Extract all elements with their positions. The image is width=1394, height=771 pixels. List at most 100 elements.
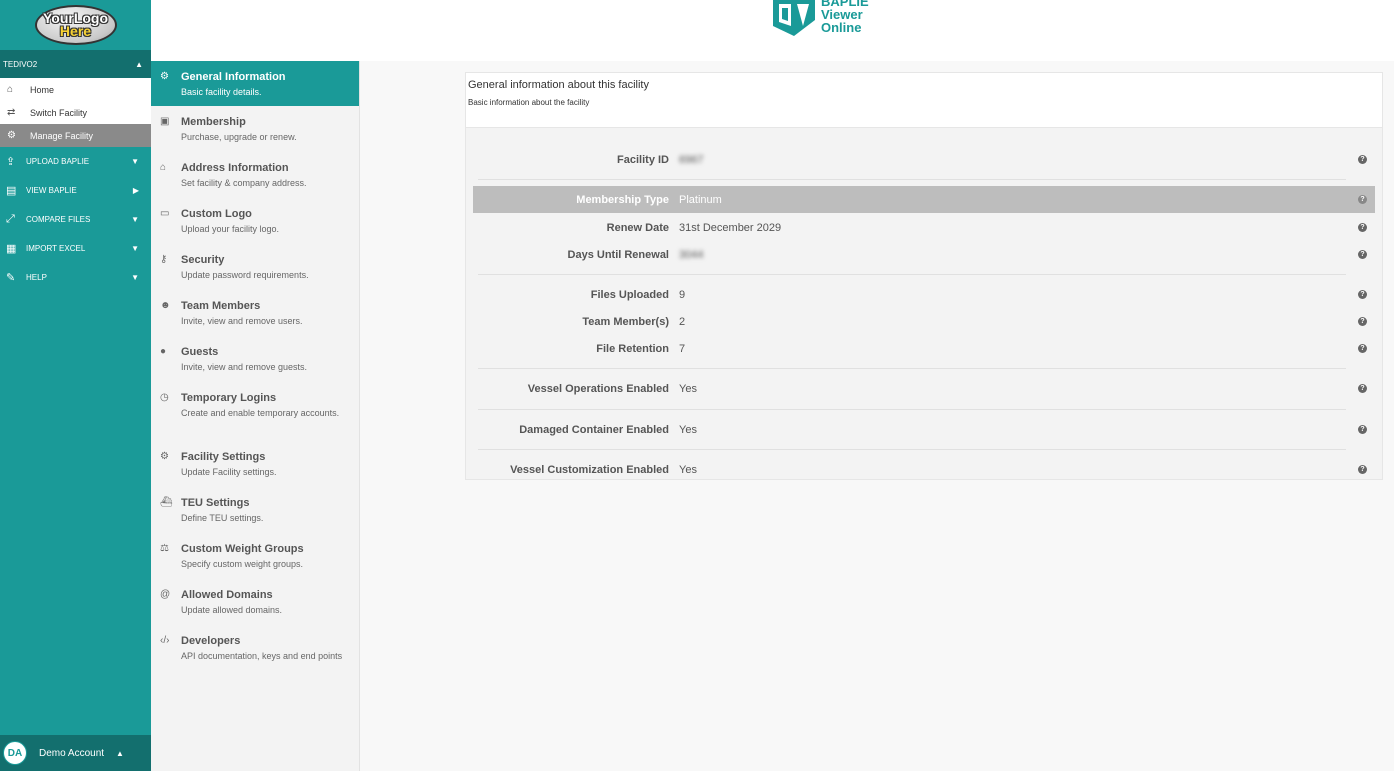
brand-line-3: Online	[821, 20, 862, 35]
nav-item-label: Compare Files	[26, 215, 91, 224]
info-row-damaged-container: Damaged Container Enabled Yes ?	[473, 416, 1375, 443]
caret-up-icon: ▲	[116, 748, 124, 758]
info-row-facility-id: Facility ID 6967 ?	[473, 146, 1375, 173]
nav-compare-files[interactable]: ⤢ Compare Files ▼	[0, 205, 151, 234]
help-icon[interactable]: ?	[1358, 384, 1367, 393]
submenu-item-label: Switch Facility	[30, 107, 88, 118]
settings-menu: ⚙ General Information Basic facility det…	[151, 61, 360, 771]
clock-icon: ◷	[160, 392, 169, 403]
info-value: 2	[679, 315, 686, 328]
help-icon[interactable]: ?	[1358, 223, 1367, 232]
nav-item-label: View BAPLIE	[26, 186, 77, 195]
info-label: Team Member(s)	[582, 315, 669, 328]
info-label: Files Uploaded	[590, 288, 669, 301]
help-icon[interactable]: ?	[1358, 290, 1367, 299]
help-icon[interactable]: ?	[1358, 465, 1367, 474]
code-icon: ‹/›	[160, 635, 170, 646]
settings-item-title: Facility Settings	[181, 451, 266, 463]
info-label: Days Until Renewal	[567, 248, 669, 261]
help-icon[interactable]: ?	[1358, 250, 1367, 259]
home-icon: ⌂	[7, 84, 14, 95]
avatar: DA	[3, 741, 27, 765]
settings-item-teu-settings[interactable]: ⛴ TEU Settings Define TEU settings.	[151, 487, 359, 533]
settings-item-title: Allowed Domains	[181, 589, 273, 601]
settings-item-title: Developers	[181, 635, 241, 647]
help-icon[interactable]: ?	[1358, 317, 1367, 326]
submenu-item-home[interactable]: ⌂ Home	[0, 78, 151, 101]
nav-upload-baplie[interactable]: ⇪ Upload BAPLIE ▼	[0, 147, 151, 176]
settings-item-temporary-logins[interactable]: ◷ Temporary Logins Create and enable tem…	[151, 382, 359, 441]
settings-item-title: TEU Settings	[181, 497, 250, 509]
settings-item-team-members[interactable]: ☻ Team Members Invite, view and remove u…	[151, 290, 359, 336]
info-value: 7	[679, 342, 686, 355]
caret-down-icon: ▼	[131, 215, 139, 224]
caret-down-icon: ▼	[131, 244, 139, 253]
submenu-item-label: Manage Facility	[30, 130, 94, 141]
submenu-item-manage-facility[interactable]: ⚙ Manage Facility	[0, 124, 151, 147]
submenu-item-label: Home	[30, 84, 55, 95]
row-divider	[478, 368, 1346, 369]
info-value: Yes	[679, 463, 697, 476]
baplie-logo-icon	[773, 0, 815, 36]
settings-item-custom-weight-groups[interactable]: ⚖ Custom Weight Groups Specify custom we…	[151, 533, 359, 579]
nav-help[interactable]: ✎ Help ▼	[0, 263, 151, 292]
settings-item-address-information[interactable]: ⌂ Address Information Set facility & com…	[151, 152, 359, 198]
settings-item-custom-logo[interactable]: ▭ Custom Logo Upload your facility logo.	[151, 198, 359, 244]
nav-import-excel[interactable]: ▦ Import Excel ▼	[0, 234, 151, 263]
home-icon: ⌂	[160, 162, 167, 173]
settings-item-desc: Create and enable temporary accounts.	[181, 408, 340, 418]
account-name: Demo Account	[39, 747, 105, 759]
gear-icon: ⚙	[160, 71, 169, 82]
info-value: Platinum	[679, 193, 722, 206]
settings-item-allowed-domains[interactable]: @ Allowed Domains Update allowed domains…	[151, 579, 359, 625]
submenu-item-switch-facility[interactable]: ⇄ Switch Facility	[0, 101, 151, 124]
settings-item-title: Membership	[181, 116, 246, 128]
info-label: Damaged Container Enabled	[519, 423, 669, 436]
settings-item-desc: Invite, view and remove guests.	[181, 362, 308, 372]
info-value: 3044	[679, 248, 704, 261]
caret-right-icon: ▶	[132, 186, 139, 195]
facility-submenu: ⌂ Home ⇄ Switch Facility ⚙ Manage Facili…	[0, 78, 151, 147]
cogs-icon: ⚙	[7, 130, 16, 141]
cogs-icon: ⚙	[160, 451, 169, 462]
help-icon[interactable]: ?	[1358, 195, 1367, 204]
settings-item-general-information[interactable]: ⚙ General Information Basic facility det…	[151, 61, 359, 106]
settings-item-title: Address Information	[181, 162, 289, 174]
settings-item-desc: Define TEU settings.	[181, 513, 264, 523]
info-value: Yes	[679, 382, 697, 395]
row-divider	[478, 449, 1346, 450]
at-icon: @	[160, 589, 171, 600]
settings-item-developers[interactable]: ‹/› Developers API documentation, keys a…	[151, 625, 359, 684]
info-value: 9	[679, 288, 686, 301]
account-menu[interactable]: DA Demo Account ▲	[0, 735, 151, 771]
top-header: BAPLIE Viewer Online	[151, 0, 1394, 61]
row-divider	[478, 409, 1346, 410]
nav-view-baplie[interactable]: ▤ View BAPLIE ▶	[0, 176, 151, 205]
info-row-vessel-operations: Vessel Operations Enabled Yes ?	[473, 375, 1375, 402]
help-icon[interactable]: ?	[1358, 425, 1367, 434]
settings-item-desc: Update allowed domains.	[181, 605, 283, 615]
panel-title: General information about this facility	[468, 79, 649, 91]
facility-name: TEDIVO2	[3, 59, 38, 69]
info-value: 6967	[679, 153, 704, 166]
brand[interactable]: BAPLIE Viewer Online	[771, 0, 891, 40]
image-icon: ▭	[160, 208, 170, 219]
company-logo[interactable]: YourLogo Here	[34, 5, 117, 45]
info-label: Membership Type	[576, 193, 669, 206]
info-label: Renew Date	[606, 221, 669, 234]
info-row-vessel-customization: Vessel Customization Enabled Yes ?	[473, 456, 1375, 483]
settings-item-membership[interactable]: ▣ Membership Purchase, upgrade or renew.	[151, 106, 359, 152]
help-icon[interactable]: ?	[1358, 344, 1367, 353]
info-row-renew-date: Renew Date 31st December 2029 ?	[473, 214, 1375, 241]
settings-item-facility-settings[interactable]: ⚙ Facility Settings Update Facility sett…	[151, 441, 359, 487]
facility-info-panel: General information about this facility …	[465, 72, 1383, 480]
settings-item-guests[interactable]: ● Guests Invite, view and remove guests.	[151, 336, 359, 382]
info-label: Facility ID	[617, 153, 669, 166]
settings-item-security[interactable]: ⚷ Security Update password requirements.	[151, 244, 359, 290]
help-icon[interactable]: ?	[1358, 155, 1367, 164]
comments-icon: ✎	[6, 272, 16, 284]
settings-item-desc: Purchase, upgrade or renew.	[181, 132, 297, 142]
facility-selector[interactable]: TEDIVO2 ▲	[0, 50, 151, 78]
row-divider	[478, 179, 1346, 180]
info-row-days-until-renewal: Days Until Renewal 3044 ?	[473, 241, 1375, 268]
